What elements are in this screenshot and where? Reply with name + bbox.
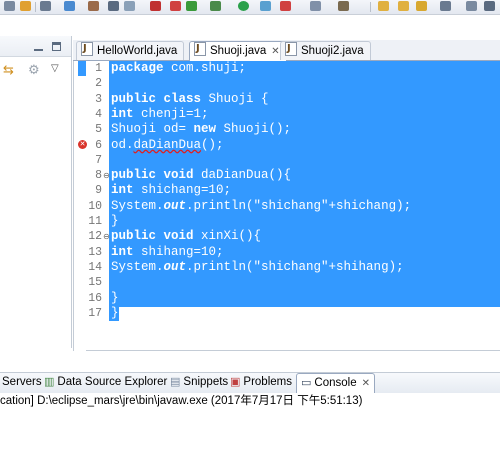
code-line[interactable]: package com.shuji; (111, 61, 246, 76)
minimize-icon[interactable] (34, 46, 43, 51)
tab-label: Shuoji2.java (301, 45, 364, 57)
tab-label: Problems (243, 376, 292, 388)
toolbar-icon[interactable] (4, 1, 15, 11)
java-file-icon (285, 40, 297, 58)
toolbar-icon[interactable] (440, 1, 451, 11)
code-line[interactable]: int chenji=1; (111, 107, 209, 122)
tab-helloworld-java[interactable]: HelloWorld.java (76, 40, 185, 60)
editor-bottom-border (86, 350, 500, 351)
line-number: 6 (95, 138, 102, 152)
line-number: 10 (88, 199, 102, 213)
line-number-gutter: 1 2 3 4 5 ✕ 6 7 8 ⊖ 9 10 11 12 ⊖ 13 14 1… (74, 61, 110, 351)
java-file-error-icon (194, 40, 206, 58)
view-menu-icon[interactable]: ▽ (51, 62, 59, 75)
toolbar-separator (370, 2, 371, 12)
tab-servers[interactable]: Servers (2, 373, 42, 392)
code-line[interactable]: public void daDianDua(){ (111, 168, 291, 183)
bottom-view-tab-bar: Servers ▥ Data Source Explorer ▤ Snippets … (0, 372, 500, 394)
code-line[interactable]: public class Shuoji { (111, 92, 269, 107)
code-line[interactable]: int shichang=10; (111, 183, 231, 198)
editor-tab-bar: HelloWorld.java Shuoji.java ✕ Shuoji2.jav… (73, 40, 500, 61)
toolbar-icon[interactable] (260, 1, 271, 11)
close-icon[interactable]: ✕ (362, 378, 370, 389)
java-file-icon (81, 40, 93, 58)
tab-console[interactable]: ▭ Console ✕ (296, 373, 375, 393)
toolbar-icon[interactable] (378, 1, 389, 11)
code-line[interactable]: public void xinXi(){ (111, 229, 261, 244)
view-settings-icon[interactable]: ⚙ (28, 63, 40, 76)
tab-data-source-explorer[interactable]: ▥ Data Source Explorer (44, 373, 167, 392)
code-line[interactable]: System.out.println("shichang"+shichang); (111, 199, 411, 214)
tab-snippets[interactable]: ▤ Snippets (170, 373, 228, 392)
line-number: 4 (95, 107, 102, 121)
tab-label: Shuoji.java (210, 45, 267, 57)
console-output-area[interactable] (0, 410, 500, 472)
toolbar-icon[interactable] (338, 1, 349, 11)
line-number: 8 (95, 169, 102, 183)
left-view-header (0, 36, 71, 57)
code-line[interactable]: int shihang=10; (111, 245, 224, 260)
snippets-icon: ▤ (170, 376, 181, 388)
line-number: 14 (88, 260, 102, 274)
tab-problems[interactable]: ▣ Problems (230, 373, 292, 392)
toolbar-icon[interactable] (88, 1, 99, 11)
line-number: 9 (95, 184, 102, 198)
toolbar-icon[interactable] (40, 1, 51, 11)
toolbar-icon[interactable] (150, 1, 161, 11)
link-with-editor-icon[interactable]: ⇆ (3, 63, 14, 76)
line-number: 12 (88, 230, 102, 244)
toolbar-icon[interactable] (280, 1, 291, 11)
console-icon: ▭ (301, 377, 312, 389)
left-view-pane: ⇆ ⚙ ▽ (0, 36, 72, 348)
line-number: 16 (88, 291, 102, 305)
tab-label: Data Source Explorer (57, 376, 168, 388)
tab-label: Console (314, 377, 357, 389)
line-number: 13 (88, 245, 102, 259)
problems-icon: ▣ (230, 376, 241, 388)
code-line[interactable]: } (111, 291, 119, 306)
toolbar-icon[interactable] (466, 1, 477, 11)
toolbar-icon[interactable] (416, 1, 427, 11)
toolbar-icon[interactable] (484, 1, 495, 11)
code-line-error[interactable]: od.daDianDua(); (111, 138, 224, 153)
toolbar-icon[interactable] (124, 1, 135, 11)
line-number: 15 (88, 276, 102, 290)
toolbar-separator (35, 2, 36, 12)
line-number: 3 (95, 92, 102, 106)
toolbar-icon[interactable] (186, 1, 197, 11)
tab-label: HelloWorld.java (97, 45, 178, 57)
tab-label: Servers (2, 376, 42, 388)
toolbar-icon[interactable] (238, 1, 249, 11)
toolbar-icon[interactable] (108, 1, 119, 11)
toolbar-icon[interactable] (310, 1, 321, 11)
toolbar-icon[interactable] (170, 1, 181, 11)
line-number: 2 (95, 77, 102, 91)
line-number: 11 (88, 215, 102, 228)
tab-shuoji-java[interactable]: Shuoji.java ✕ (189, 40, 287, 61)
toolbar-icon[interactable] (64, 1, 75, 11)
main-toolbar (0, 0, 500, 15)
maximize-icon[interactable] (52, 42, 61, 51)
line-number: 7 (95, 153, 102, 167)
tab-shuoji2-java[interactable]: Shuoji2.java (280, 40, 371, 60)
toolbar-icon[interactable] (398, 1, 409, 11)
code-line[interactable]: } (111, 306, 119, 321)
code-editor[interactable]: 1 2 3 4 5 ✕ 6 7 8 ⊖ 9 10 11 12 ⊖ 13 14 1… (73, 61, 500, 351)
code-line[interactable]: System.out.println("shichang"+shihang); (111, 260, 404, 275)
close-icon[interactable]: ✕ (271, 46, 279, 57)
console-status-line: cation] D:\eclipse_mars\jre\bin\javaw.ex… (0, 393, 500, 409)
data-source-icon: ▥ (44, 376, 55, 388)
code-line[interactable]: } (111, 214, 119, 229)
code-line[interactable]: Shuoji od= new Shuoji(); (111, 122, 291, 137)
line-number: 17 (88, 306, 102, 320)
line-number: 5 (95, 123, 102, 137)
toolbar-icon[interactable] (210, 1, 221, 11)
tab-label: Snippets (183, 376, 229, 388)
toolbar-icon[interactable] (20, 1, 31, 11)
line-number: 1 (95, 62, 102, 75)
